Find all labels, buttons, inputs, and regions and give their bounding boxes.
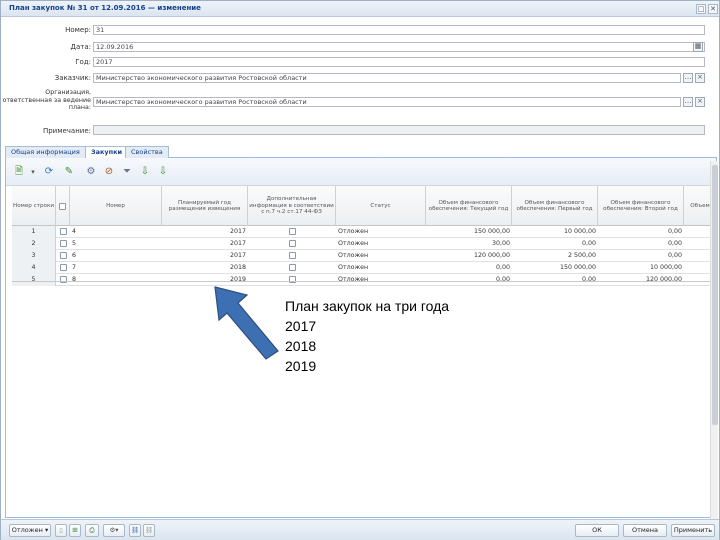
col-fin-first[interactable]: Объем финансового обеспечения: Первый го… xyxy=(512,186,598,226)
calendar-icon[interactable]: ▦ xyxy=(693,42,703,52)
plan-form: Номер: 31 Дата: 12.09.2016 ▦ Год: 2017 З… xyxy=(1,17,719,145)
close-button[interactable]: ✕ xyxy=(708,4,718,14)
col-planned-year[interactable]: Планируемый год размещения извещения xyxy=(162,186,248,226)
apply-button[interactable]: Применить xyxy=(671,524,715,537)
note-field[interactable] xyxy=(93,125,705,135)
maximize-button[interactable]: □ xyxy=(696,4,706,14)
print-icon[interactable]: ⎙ xyxy=(85,524,99,537)
number-label: Номер: xyxy=(65,26,91,34)
annotation-line-4: 2019 xyxy=(285,358,317,374)
org-select-icon[interactable]: … xyxy=(683,97,693,107)
customer-label: Заказчик: xyxy=(54,74,91,82)
arrow-shape xyxy=(214,286,279,360)
link-icon[interactable]: ⛓ xyxy=(129,524,141,537)
status-dropdown-button[interactable]: Отложен ▾ xyxy=(9,524,51,537)
window-title: План закупок № 31 от 12.09.2016 — измене… xyxy=(9,4,201,12)
clear-filter-icon[interactable]: ⊘ xyxy=(102,165,116,179)
org-label: Организация, ответственная за ведение пл… xyxy=(2,89,91,111)
tab-properties[interactable]: Свойства xyxy=(125,146,169,158)
date-field[interactable]: 12.09.2016 xyxy=(93,42,705,52)
tab-general-info[interactable]: Общая информация xyxy=(5,146,86,158)
edit-icon[interactable]: ✎ xyxy=(62,165,76,179)
annotation-line-1: План закупок на три года xyxy=(285,298,450,314)
annotation-arrow xyxy=(214,286,279,360)
grid-header: Номер строки Номер Планируемый год разме… xyxy=(12,186,716,226)
col-additional-info[interactable]: Дополнительная информация в соответствии… xyxy=(248,186,336,226)
customer-select-icon[interactable]: … xyxy=(683,73,693,83)
chevron-down-icon[interactable]: ▾ xyxy=(26,165,40,179)
year-field[interactable]: 2017 xyxy=(93,57,705,67)
import-icon[interactable]: ⇩ xyxy=(156,165,170,179)
unlink-icon[interactable]: ⛓ xyxy=(143,524,155,537)
grid-toolbar: 🗎 ▾ ⟳ ✎ ⚙ ⊘ ⏷ ⇩ ⇩ xyxy=(6,158,716,186)
attach-icon[interactable]: ⊞ xyxy=(69,524,81,537)
settings-dropdown-icon[interactable]: ⚙▾ xyxy=(103,524,125,537)
year-label: Год: xyxy=(75,58,91,66)
customer-field[interactable]: Министерство экономического развития Рос… xyxy=(93,73,681,83)
cancel-button[interactable]: Отмена xyxy=(623,524,667,537)
tab-strip: Общая информация Закупки Свойства xyxy=(5,145,717,159)
note-label: Примечание: xyxy=(42,127,91,135)
filter-icon[interactable]: ⏷ xyxy=(120,165,134,179)
col-fin-current[interactable]: Объем финансового обеспечения: Текущий г… xyxy=(426,186,512,226)
customer-clear-icon[interactable]: × xyxy=(695,73,705,83)
number-field[interactable]: 31 xyxy=(93,25,705,35)
annotation-text: План закупок на три года 2017 2018 2019 xyxy=(285,296,449,376)
org-field[interactable]: Министерство экономического развития Рос… xyxy=(93,97,681,107)
title-bar: План закупок № 31 от 12.09.2016 — измене… xyxy=(1,1,719,17)
col-number[interactable]: Номер xyxy=(70,186,162,226)
col-status[interactable]: Статус xyxy=(336,186,426,226)
status-button-label: Отложен xyxy=(11,526,43,534)
col-row-number[interactable]: Номер строки xyxy=(12,186,56,226)
ok-button[interactable]: ОК xyxy=(575,524,619,537)
col-select-all[interactable] xyxy=(56,186,70,226)
select-all-checkbox[interactable] xyxy=(59,202,66,210)
annotation-line-2: 2017 xyxy=(285,318,317,334)
col-fin-second[interactable]: Объем финансового обеспечения: Второй го… xyxy=(598,186,684,226)
date-label: Дата: xyxy=(70,43,91,51)
plan-window: План закупок № 31 от 12.09.2016 — измене… xyxy=(0,0,720,540)
vertical-scrollbar[interactable] xyxy=(710,161,718,521)
refresh-icon[interactable]: ⟳ xyxy=(42,165,56,179)
export-icon[interactable]: ⇩ xyxy=(138,165,152,179)
grid-body-bottom xyxy=(12,226,716,282)
annotation-line-3: 2018 xyxy=(285,338,317,354)
org-clear-icon[interactable]: × xyxy=(695,97,705,107)
gear-icon[interactable]: ⚙ xyxy=(84,165,98,179)
document-icon[interactable]: ▯ xyxy=(55,524,67,537)
add-document-icon[interactable]: 🗎 xyxy=(12,165,26,179)
scroll-thumb[interactable] xyxy=(712,165,718,425)
bottom-toolbar: Отложен ▾ ▯ ⊞ ⎙ ⚙▾ ⛓ ⛓ ОК Отмена Примени… xyxy=(1,519,719,540)
